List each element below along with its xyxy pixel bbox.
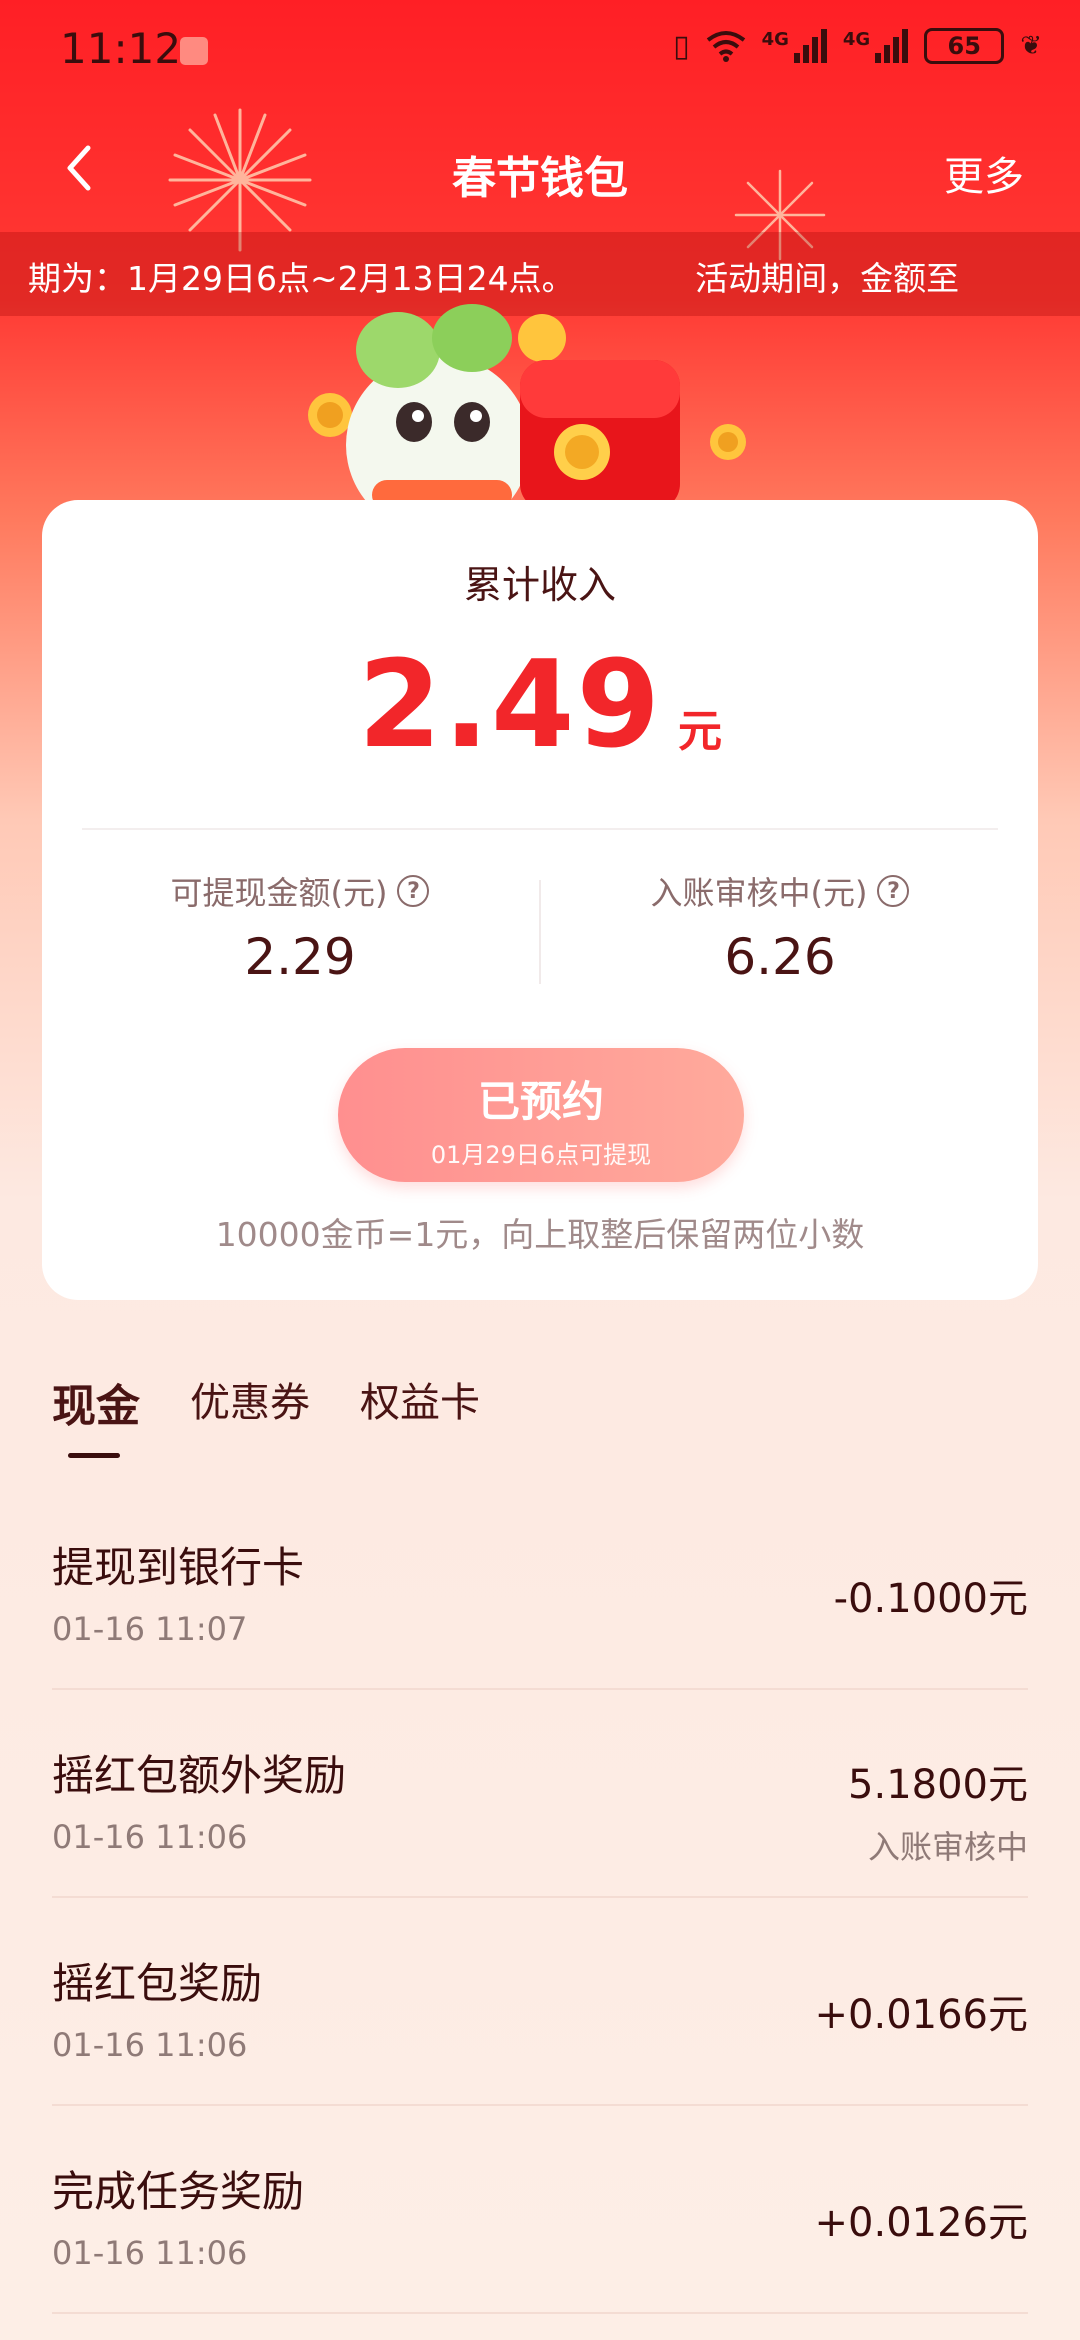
total-income: 2.49 元: [42, 636, 1038, 775]
mascot-illustration: [308, 304, 746, 510]
marquee-text-1: 期为：1月29日6点~2月13日24点。: [28, 259, 575, 298]
transaction-amount: +0.0166元: [814, 1992, 1028, 2038]
list-item[interactable]: 摇红包奖励 01-16 11:06 +0.0166元: [52, 1898, 1028, 2106]
reserved-button-subtext: 01月29日6点可提现: [430, 1141, 652, 1169]
transaction-amount: +0.0126元: [814, 2200, 1028, 2246]
list-item[interactable]: 摇红包额外奖励 01-16 11:06 5.1800元 入账审核中: [52, 1690, 1028, 1898]
transaction-status: 入账审核中: [867, 1828, 1028, 1866]
transaction-time: 01-16 11:06: [52, 2026, 248, 2064]
reserved-button-label: 已预约: [477, 1077, 604, 1126]
pending-value: 6.26: [724, 928, 836, 986]
total-income-value: 2.49: [357, 636, 663, 775]
leaf-icon: ❦: [1020, 31, 1042, 61]
transaction-list: 提现到银行卡 01-16 11:07 -0.1000元 摇红包额外奖励 01-1…: [52, 1482, 1028, 2314]
total-income-unit: 元: [678, 706, 723, 757]
tab-cash[interactable]: 现金: [52, 1370, 140, 1458]
tab-coupons[interactable]: 优惠券: [190, 1370, 310, 1434]
transaction-time: 01-16 11:06: [52, 2234, 248, 2272]
cell-signal-2-icon: 4G: [843, 29, 909, 63]
earnings-card: 累计收入 2.49 元 可提现金额(元) ? 2.29 入账审核中(元) ? 6.…: [42, 500, 1038, 1300]
wallet-tabs: 现金 优惠券 权益卡: [52, 1370, 480, 1458]
transaction-amount: 5.1800元: [848, 1762, 1028, 1808]
transaction-title: 提现到银行卡: [52, 1543, 305, 1592]
help-icon[interactable]: ?: [877, 875, 910, 907]
marquee-text-2: 活动期间，金额至: [695, 259, 960, 298]
vibrate-icon: ▯: [673, 28, 690, 64]
pending-label: 入账审核中(元): [650, 874, 868, 912]
transaction-title: 摇红包奖励: [52, 1959, 263, 2008]
transaction-title: 完成任务奖励: [52, 2167, 305, 2216]
card-divider: [82, 828, 998, 830]
more-button[interactable]: 更多: [944, 144, 1024, 202]
list-item[interactable]: 提现到银行卡 01-16 11:07 -0.1000元: [52, 1482, 1028, 1690]
wallet-page: 11:12 ▯ 4G 4G 65 ❦ 春节钱包 更多 期为：1月29日6点~2月…: [0, 0, 1080, 2340]
list-item[interactable]: 完成任务奖励 01-16 11:06 +0.0126元: [52, 2106, 1028, 2314]
transaction-time: 01-16 11:07: [52, 1610, 248, 1648]
page-title: 春节钱包: [452, 153, 628, 204]
app-notification-icon: [180, 37, 208, 65]
help-icon[interactable]: ?: [397, 875, 430, 907]
tab-benefit-cards[interactable]: 权益卡: [360, 1370, 480, 1434]
withdrawable-value: 2.29: [244, 928, 356, 986]
transaction-title: 摇红包额外奖励: [52, 1751, 347, 1800]
nav-bar: 春节钱包 更多: [0, 120, 1080, 220]
status-bar: 11:12 ▯ 4G 4G 65 ❦: [0, 0, 1080, 100]
reserved-button[interactable]: 已预约 01月29日6点可提现: [338, 1048, 744, 1182]
withdrawable-label: 可提现金额(元): [170, 874, 388, 912]
transaction-amount: -0.1000元: [833, 1576, 1028, 1622]
pending-column: 入账审核中(元) ? 6.26: [550, 868, 1010, 986]
total-income-label: 累计收入: [463, 563, 616, 607]
wifi-icon: [706, 31, 745, 62]
column-divider: [539, 880, 541, 984]
coin-exchange-note: 10000金币=1元，向上取整后保留两位小数: [215, 1215, 865, 1254]
battery-icon: 65: [924, 28, 1005, 64]
cell-signal-1-icon: 4G: [762, 29, 827, 63]
transaction-time: 01-16 11:06: [52, 1818, 248, 1856]
status-icons: ▯ 4G 4G 65 ❦: [673, 28, 1042, 64]
status-time: 11:12: [60, 24, 182, 73]
withdrawable-column: 可提现金额(元) ? 2.29: [70, 868, 530, 986]
